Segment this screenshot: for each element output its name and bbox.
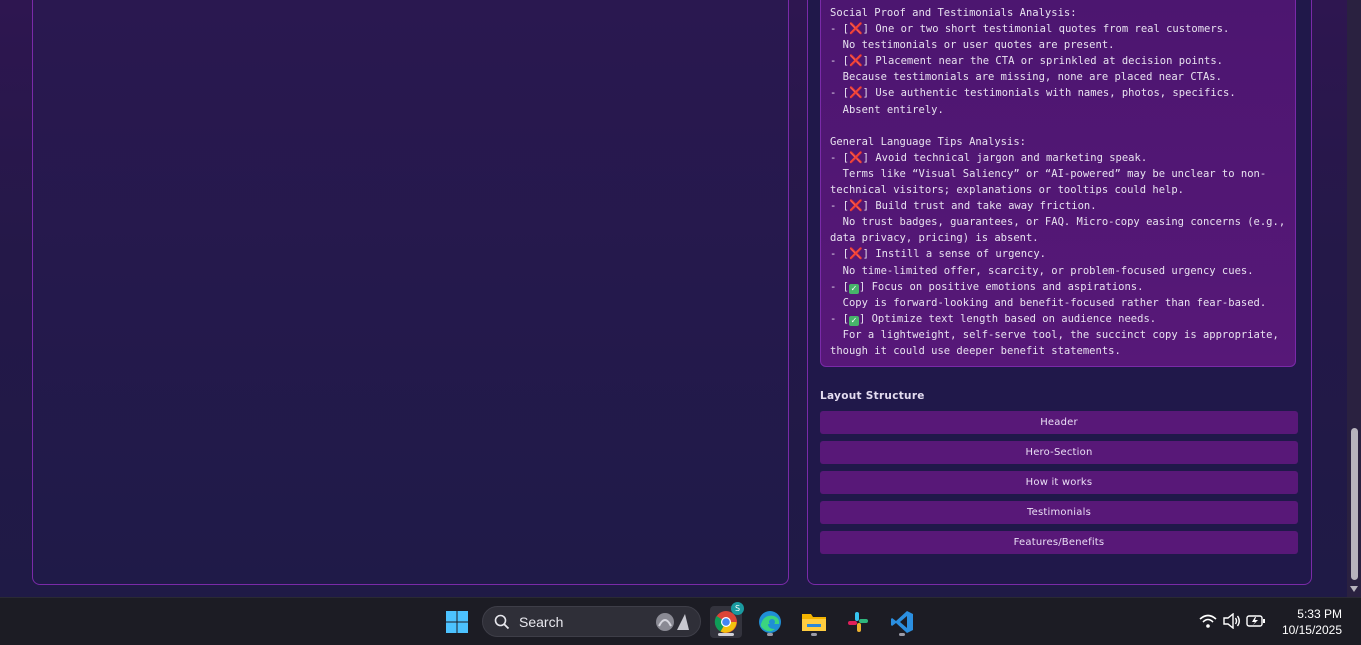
layout-item-how-it-works[interactable]: How it works xyxy=(820,471,1298,494)
layout-item-hero-section[interactable]: Hero-Section xyxy=(820,441,1298,464)
cross-mark-icon: ❌ xyxy=(848,86,863,100)
search-label: Search xyxy=(519,614,564,630)
windows-taskbar: Search S 5:33 PM 10/15/2025 xyxy=(0,597,1361,645)
layout-item-testimonials[interactable]: Testimonials xyxy=(820,501,1298,524)
running-app-indicator xyxy=(811,633,817,636)
running-app-indicator xyxy=(899,633,905,636)
search-highlight-icon xyxy=(656,613,689,631)
clock-time[interactable]: 5:33 PM xyxy=(1297,607,1342,621)
windows-start-icon[interactable] xyxy=(441,606,473,638)
page-scrollbar[interactable] xyxy=(1347,0,1361,597)
wifi-icon[interactable] xyxy=(1199,613,1217,629)
left-panel xyxy=(32,0,789,585)
check-mark-icon: ✓ xyxy=(848,283,859,294)
layout-structure-title: Layout Structure xyxy=(820,390,925,402)
cross-mark-icon: ❌ xyxy=(848,22,863,36)
running-app-indicator xyxy=(767,633,773,636)
analysis-output: Social Proof and Testimonials Analysis: … xyxy=(820,0,1296,367)
active-app-indicator xyxy=(718,633,734,636)
cross-mark-icon: ❌ xyxy=(848,54,863,68)
layout-structure-list: Header Hero-Section How it works Testimo… xyxy=(820,411,1298,561)
right-panel: Social Proof and Testimonials Analysis: … xyxy=(807,0,1312,585)
clock-date[interactable]: 10/15/2025 xyxy=(1282,623,1342,637)
scroll-down-arrow-icon[interactable] xyxy=(1350,586,1358,592)
cross-mark-icon: ❌ xyxy=(848,247,863,261)
cross-mark-icon: ❌ xyxy=(848,199,863,213)
cross-mark-icon: ❌ xyxy=(848,150,863,164)
volume-icon[interactable] xyxy=(1223,613,1241,629)
slack-icon[interactable] xyxy=(842,606,874,638)
layout-item-header[interactable]: Header xyxy=(820,411,1298,434)
layout-item-features-benefits[interactable]: Features/Benefits xyxy=(820,531,1298,554)
taskbar-search-input[interactable]: Search xyxy=(482,606,701,637)
analysis-text: Social Proof and Testimonials Analysis: … xyxy=(830,7,1286,357)
file-explorer-icon[interactable] xyxy=(798,606,830,638)
battery-icon[interactable] xyxy=(1246,614,1266,628)
vscode-icon[interactable] xyxy=(886,606,918,638)
chrome-profile-badge: S xyxy=(731,602,744,615)
scrollbar-thumb[interactable] xyxy=(1351,428,1358,580)
chrome-icon[interactable]: S xyxy=(710,602,744,638)
check-mark-icon: ✓ xyxy=(848,315,859,326)
search-icon xyxy=(494,614,510,630)
edge-icon[interactable] xyxy=(754,606,786,638)
